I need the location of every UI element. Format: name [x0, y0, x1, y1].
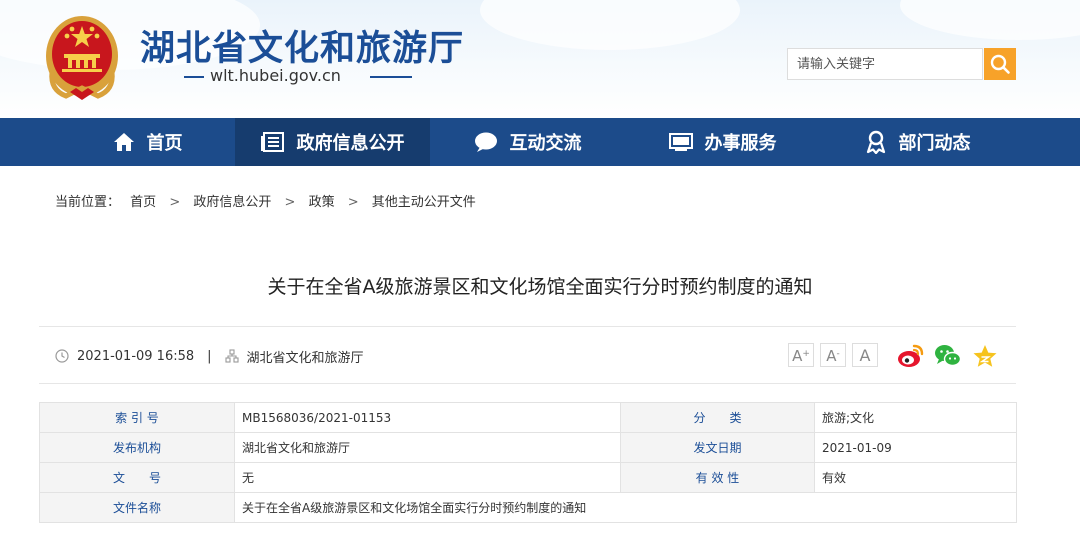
meta-divider: |: [207, 348, 212, 364]
font-size-medium-button[interactable]: A-: [820, 343, 846, 367]
font-size-default-button[interactable]: A: [852, 343, 878, 367]
main-nav: 首页 政府信息公开 互动交流 办事服务 部门动态: [0, 118, 1080, 166]
article-source: 湖北省文化和旅游厅: [246, 350, 364, 366]
nav-item-services[interactable]: 办事服务: [625, 118, 820, 166]
font-size-medium-label: A: [826, 347, 837, 365]
info-value-validity: 有效: [814, 462, 1017, 493]
header-cloud-decoration: [900, 0, 1080, 40]
nav-item-label: 办事服务: [704, 133, 777, 154]
info-value-document-name: 关于在全省A级旅游景区和文化场馆全面实行分时预约制度的通知: [234, 492, 1017, 523]
breadcrumb: 当前位置： 首页 > 政府信息公开 > 政策 > 其他主动公开文件: [55, 191, 476, 210]
nav-item-news[interactable]: 部门动态: [820, 118, 1015, 166]
info-key-category: 分 类: [620, 402, 815, 433]
weibo-icon: [898, 344, 924, 367]
info-value-publisher: 湖北省文化和旅游厅: [234, 432, 621, 463]
font-size-default-label: A: [859, 346, 871, 365]
breadcrumb-link-policy[interactable]: 政策: [309, 191, 335, 210]
breadcrumb-separator: >: [169, 195, 181, 210]
favorite-button[interactable]: [971, 343, 999, 369]
font-size-large-label: A: [792, 347, 803, 365]
font-size-large-button[interactable]: A +: [788, 343, 814, 367]
wechat-icon: [935, 345, 962, 367]
info-key-index-number: 索 引 号: [39, 402, 235, 433]
info-value-document-number: 无: [234, 462, 621, 493]
award-icon: [866, 130, 885, 154]
info-key-publisher: 发布机构: [39, 432, 235, 463]
site-domain: wlt.hubei.gov.cn: [210, 66, 341, 85]
chat-bubble-icon: [474, 132, 497, 152]
table-row: 文件名称 关于在全省A级旅游景区和文化场馆全面实行分时预约制度的通知: [39, 492, 1017, 523]
table-row: 索 引 号 MB1568036/2021-01153 分 类 旅游;文化: [39, 402, 1017, 433]
nav-item-label: 互动交流: [509, 133, 582, 154]
breadcrumb-link-home[interactable]: 首页: [130, 191, 156, 210]
table-row: 发布机构 湖北省文化和旅游厅 发文日期 2021-01-09: [39, 432, 1017, 463]
publish-datetime: 2021-01-09 16:58: [77, 348, 195, 364]
search-input[interactable]: [788, 49, 977, 79]
info-key-document-number: 文 号: [39, 462, 235, 493]
breadcrumb-separator: >: [284, 195, 296, 210]
search-icon: [990, 54, 1010, 74]
national-emblem-icon: [46, 16, 118, 100]
site-title: 湖北省文化和旅游厅: [140, 29, 465, 69]
domain-right-dash: [370, 76, 412, 78]
info-value-index-number: MB1568036/2021-01153: [234, 402, 621, 433]
info-value-category: 旅游;文化: [814, 402, 1017, 433]
home-icon: [113, 133, 134, 151]
info-value-issue-date: 2021-01-09: [814, 432, 1017, 463]
nav-item-gov-info[interactable]: 政府信息公开: [235, 118, 430, 166]
article-meta: 2021-01-09 16:58 | 湖北省文化和旅游厅: [55, 345, 364, 367]
table-row: 文 号 无 有 效 性 有效: [39, 462, 1017, 493]
organization-icon: [224, 349, 239, 363]
breadcrumb-link-gov-info[interactable]: 政府信息公开: [193, 191, 271, 210]
nav-item-label: 政府信息公开: [296, 133, 405, 154]
share-wechat-button[interactable]: [934, 343, 962, 369]
nav-item-label: 首页: [146, 133, 183, 154]
clock-icon: [55, 349, 69, 363]
search-button[interactable]: [984, 48, 1016, 80]
site-header: 湖北省文化和旅游厅 wlt.hubei.gov.cn: [0, 0, 1080, 118]
info-key-document-name: 文件名称: [39, 492, 235, 523]
document-info-table: 索 引 号 MB1568036/2021-01153 分 类 旅游;文化 发布机…: [39, 402, 1017, 523]
info-key-validity: 有 效 性: [620, 462, 815, 493]
share-weibo-button[interactable]: [897, 343, 925, 369]
monitor-icon: [668, 133, 693, 151]
title-divider: [39, 326, 1016, 327]
document-list-icon: [260, 132, 284, 152]
breadcrumb-separator: >: [347, 195, 359, 210]
nav-item-label: 部门动态: [898, 133, 971, 154]
header-cloud-decoration: [480, 0, 740, 50]
nav-item-interaction[interactable]: 互动交流: [430, 118, 625, 166]
info-key-issue-date: 发文日期: [620, 432, 815, 463]
search-box: [787, 48, 983, 80]
meta-divider-line: [39, 383, 1016, 384]
nav-item-home[interactable]: 首页: [60, 118, 235, 166]
breadcrumb-link-other-files[interactable]: 其他主动公开文件: [372, 191, 476, 210]
domain-left-dash: [184, 76, 204, 78]
article-title: 关于在全省A级旅游景区和文化场馆全面实行分时预约制度的通知: [267, 276, 813, 298]
favorite-star-icon: [973, 345, 997, 367]
breadcrumb-prefix: 当前位置：: [55, 195, 121, 210]
